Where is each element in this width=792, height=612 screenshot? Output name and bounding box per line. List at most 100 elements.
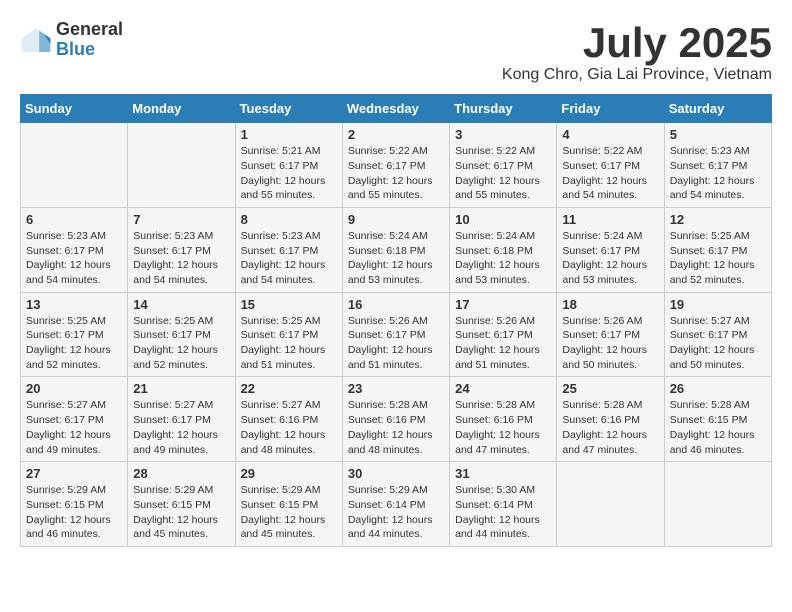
day-number: 18 [562, 297, 658, 312]
day-number: 21 [133, 381, 229, 396]
day-number: 2 [348, 127, 444, 142]
day-number: 28 [133, 466, 229, 481]
calendar-cell: 5 Sunrise: 5:23 AM Sunset: 6:17 PM Daylig… [664, 123, 771, 208]
day-info: Sunrise: 5:28 AM Sunset: 6:15 PM Dayligh… [670, 398, 766, 457]
calendar-cell: 6 Sunrise: 5:23 AM Sunset: 6:17 PM Daylig… [21, 207, 128, 292]
day-info: Sunrise: 5:29 AM Sunset: 6:15 PM Dayligh… [26, 483, 122, 542]
page-header: General Blue July 2025 Kong Chro, Gia La… [20, 20, 772, 84]
day-number: 12 [670, 212, 766, 227]
day-number: 24 [455, 381, 551, 396]
day-info: Sunrise: 5:26 AM Sunset: 6:17 PM Dayligh… [562, 314, 658, 373]
calendar-cell: 12 Sunrise: 5:25 AM Sunset: 6:17 PM Dayli… [664, 207, 771, 292]
calendar-cell: 14 Sunrise: 5:25 AM Sunset: 6:17 PM Dayli… [128, 292, 235, 377]
day-number: 5 [670, 127, 766, 142]
day-number: 15 [241, 297, 337, 312]
calendar-cell: 25 Sunrise: 5:28 AM Sunset: 6:16 PM Dayli… [557, 377, 664, 462]
calendar-week-row: 1Sunrise: 5:21 AM Sunset: 6:17 PM Daylig… [21, 123, 772, 208]
calendar-cell [128, 123, 235, 208]
calendar-cell: 16 Sunrise: 5:26 AM Sunset: 6:17 PM Dayli… [342, 292, 449, 377]
day-number: 14 [133, 297, 229, 312]
day-number: 29 [241, 466, 337, 481]
day-number: 27 [26, 466, 122, 481]
day-info: Sunrise: 5:23 AM Sunset: 6:17 PM Dayligh… [670, 144, 766, 203]
day-info: Sunrise: 5:27 AM Sunset: 6:16 PM Dayligh… [241, 398, 337, 457]
calendar-cell: 30 Sunrise: 5:29 AM Sunset: 6:14 PM Dayli… [342, 462, 449, 547]
day-info: Sunrise: 5:30 AM Sunset: 6:14 PM Dayligh… [455, 483, 551, 542]
calendar-week-row: 20 Sunrise: 5:27 AM Sunset: 6:17 PM Dayli… [21, 377, 772, 462]
day-info: Sunrise: 5:24 AM Sunset: 6:18 PM Dayligh… [455, 229, 551, 288]
day-info: Sunrise: 5:24 AM Sunset: 6:17 PM Dayligh… [562, 229, 658, 288]
calendar-cell [664, 462, 771, 547]
calendar-week-row: 27 Sunrise: 5:29 AM Sunset: 6:15 PM Dayli… [21, 462, 772, 547]
calendar-cell: 13Sunrise: 5:25 AM Sunset: 6:17 PM Dayli… [21, 292, 128, 377]
day-info: Sunrise: 5:28 AM Sunset: 6:16 PM Dayligh… [562, 398, 658, 457]
location-title: Kong Chro, Gia Lai Province, Vietnam [502, 66, 772, 84]
calendar-cell [557, 462, 664, 547]
day-info: Sunrise: 5:26 AM Sunset: 6:17 PM Dayligh… [348, 314, 444, 373]
day-info: Sunrise: 5:27 AM Sunset: 6:17 PM Dayligh… [26, 398, 122, 457]
weekday-header: Thursday [450, 95, 557, 123]
logo-general: General [56, 20, 123, 40]
calendar-cell: 8Sunrise: 5:23 AM Sunset: 6:17 PM Daylig… [235, 207, 342, 292]
day-info: Sunrise: 5:29 AM Sunset: 6:14 PM Dayligh… [348, 483, 444, 542]
day-number: 4 [562, 127, 658, 142]
day-number: 22 [241, 381, 337, 396]
calendar-cell: 2 Sunrise: 5:22 AM Sunset: 6:17 PM Daylig… [342, 123, 449, 208]
weekday-header: Friday [557, 95, 664, 123]
calendar-cell: 23Sunrise: 5:28 AM Sunset: 6:16 PM Dayli… [342, 377, 449, 462]
weekday-header: Tuesday [235, 95, 342, 123]
calendar-cell: 24 Sunrise: 5:28 AM Sunset: 6:16 PM Dayli… [450, 377, 557, 462]
day-number: 6 [26, 212, 122, 227]
day-info: Sunrise: 5:25 AM Sunset: 6:17 PM Dayligh… [241, 314, 337, 373]
day-number: 19 [670, 297, 766, 312]
day-info: Sunrise: 5:22 AM Sunset: 6:17 PM Dayligh… [562, 144, 658, 203]
day-info: Sunrise: 5:26 AM Sunset: 6:17 PM Dayligh… [455, 314, 551, 373]
day-number: 1 [241, 127, 337, 142]
day-number: 10 [455, 212, 551, 227]
calendar-week-row: 6 Sunrise: 5:23 AM Sunset: 6:17 PM Daylig… [21, 207, 772, 292]
calendar-cell: 9 Sunrise: 5:24 AM Sunset: 6:18 PM Daylig… [342, 207, 449, 292]
day-number: 25 [562, 381, 658, 396]
calendar-cell: 31Sunrise: 5:30 AM Sunset: 6:14 PM Dayli… [450, 462, 557, 547]
calendar-cell: 10 Sunrise: 5:24 AM Sunset: 6:18 PM Dayli… [450, 207, 557, 292]
calendar-cell: 28Sunrise: 5:29 AM Sunset: 6:15 PM Dayli… [128, 462, 235, 547]
calendar-cell: 3Sunrise: 5:22 AM Sunset: 6:17 PM Daylig… [450, 123, 557, 208]
day-info: Sunrise: 5:23 AM Sunset: 6:17 PM Dayligh… [133, 229, 229, 288]
weekday-header: Sunday [21, 95, 128, 123]
day-number: 17 [455, 297, 551, 312]
calendar-cell: 7 Sunrise: 5:23 AM Sunset: 6:17 PM Daylig… [128, 207, 235, 292]
logo: General Blue [20, 20, 123, 60]
calendar-cell [21, 123, 128, 208]
weekday-header: Wednesday [342, 95, 449, 123]
calendar-cell: 18 Sunrise: 5:26 AM Sunset: 6:17 PM Dayli… [557, 292, 664, 377]
day-number: 26 [670, 381, 766, 396]
day-info: Sunrise: 5:28 AM Sunset: 6:16 PM Dayligh… [455, 398, 551, 457]
calendar-cell: 27 Sunrise: 5:29 AM Sunset: 6:15 PM Dayli… [21, 462, 128, 547]
day-number: 20 [26, 381, 122, 396]
calendar-cell: 11Sunrise: 5:24 AM Sunset: 6:17 PM Dayli… [557, 207, 664, 292]
weekday-header: Monday [128, 95, 235, 123]
day-info: Sunrise: 5:24 AM Sunset: 6:18 PM Dayligh… [348, 229, 444, 288]
day-info: Sunrise: 5:22 AM Sunset: 6:17 PM Dayligh… [348, 144, 444, 203]
day-number: 7 [133, 212, 229, 227]
day-info: Sunrise: 5:25 AM Sunset: 6:17 PM Dayligh… [133, 314, 229, 373]
calendar-cell: 26 Sunrise: 5:28 AM Sunset: 6:15 PM Dayli… [664, 377, 771, 462]
day-info: Sunrise: 5:27 AM Sunset: 6:17 PM Dayligh… [670, 314, 766, 373]
calendar-week-row: 13Sunrise: 5:25 AM Sunset: 6:17 PM Dayli… [21, 292, 772, 377]
calendar-cell: 22 Sunrise: 5:27 AM Sunset: 6:16 PM Dayli… [235, 377, 342, 462]
logo-blue: Blue [56, 40, 123, 60]
day-number: 9 [348, 212, 444, 227]
logo-icon [20, 24, 52, 56]
calendar-cell: 20 Sunrise: 5:27 AM Sunset: 6:17 PM Dayli… [21, 377, 128, 462]
day-info: Sunrise: 5:27 AM Sunset: 6:17 PM Dayligh… [133, 398, 229, 457]
day-number: 30 [348, 466, 444, 481]
day-number: 16 [348, 297, 444, 312]
calendar-cell: 4 Sunrise: 5:22 AM Sunset: 6:17 PM Daylig… [557, 123, 664, 208]
logo-text: General Blue [56, 20, 123, 60]
day-info: Sunrise: 5:25 AM Sunset: 6:17 PM Dayligh… [670, 229, 766, 288]
day-info: Sunrise: 5:23 AM Sunset: 6:17 PM Dayligh… [26, 229, 122, 288]
weekday-header: Saturday [664, 95, 771, 123]
calendar-cell: 29 Sunrise: 5:29 AM Sunset: 6:15 PM Dayli… [235, 462, 342, 547]
day-info: Sunrise: 5:29 AM Sunset: 6:15 PM Dayligh… [241, 483, 337, 542]
day-number: 3 [455, 127, 551, 142]
